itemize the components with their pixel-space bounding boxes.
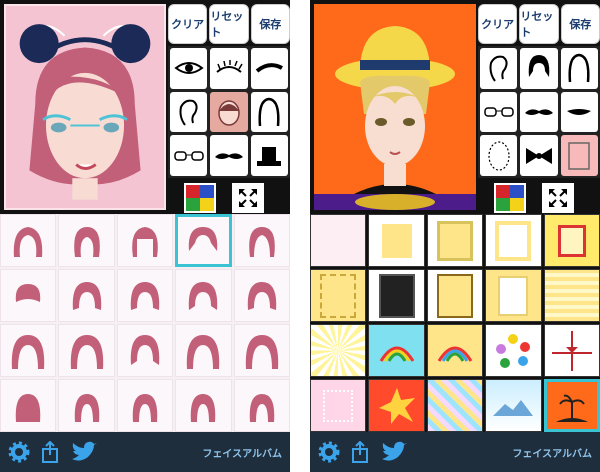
hairstyle-options-grid	[0, 214, 290, 432]
hairstyle-option[interactable]	[0, 379, 57, 432]
reset-button[interactable]: リセット	[519, 4, 559, 44]
mustache-icon[interactable]	[520, 91, 558, 133]
frame-icon[interactable]	[560, 135, 598, 176]
hairstyle-option[interactable]	[233, 324, 290, 377]
top-button-group: クリア リセット 保存	[478, 4, 600, 44]
hairstyle-option[interactable]	[233, 214, 290, 267]
face-shape-icon[interactable]	[210, 91, 248, 133]
background-option-selected[interactable]	[543, 379, 600, 432]
color-palette-icon[interactable]	[184, 183, 216, 213]
hairstyle-option[interactable]	[58, 214, 115, 267]
hair-outline-icon[interactable]	[520, 48, 558, 89]
color-controls	[184, 182, 274, 214]
hairstyle-option[interactable]	[58, 269, 115, 322]
face-outline-icon[interactable]	[480, 135, 518, 176]
mustache-icon[interactable]	[210, 135, 248, 176]
background-option[interactable]	[310, 324, 367, 377]
bottom-toolbar: フェイスアルバム	[0, 432, 290, 472]
background-option[interactable]	[426, 379, 484, 432]
eyebrow-icon[interactable]	[250, 48, 288, 89]
hairstyle-option[interactable]	[58, 324, 115, 377]
twitter-bird-icon[interactable]	[380, 441, 408, 463]
hairstyle-option[interactable]	[116, 214, 174, 267]
ear-icon[interactable]	[170, 91, 208, 133]
gear-icon[interactable]	[8, 441, 30, 463]
girl-face-illustration	[6, 6, 164, 208]
background-option[interactable]	[426, 269, 484, 322]
left-app-screen: クリア リセット 保存 フェイスアルバム	[0, 0, 290, 472]
hairstyle-option[interactable]	[233, 379, 290, 432]
hairstyle-option[interactable]	[175, 324, 232, 377]
boy-face-illustration	[314, 4, 476, 210]
twitter-bird-icon[interactable]	[70, 441, 98, 463]
hairstyle-option[interactable]	[116, 324, 174, 377]
background-option[interactable]	[543, 214, 600, 267]
background-options-grid	[310, 214, 600, 432]
bottom-toolbar: フェイスアルバム	[310, 432, 600, 472]
background-option[interactable]	[310, 214, 367, 267]
reset-button[interactable]: リセット	[209, 4, 249, 44]
eyelash-icon[interactable]	[210, 48, 248, 89]
right-app-screen: クリア リセット 保存 フェイスアルバム	[310, 0, 600, 472]
top-button-group: クリア リセット 保存	[168, 4, 290, 44]
color-controls	[494, 182, 584, 214]
background-option[interactable]	[368, 214, 425, 267]
hairstyle-option[interactable]	[233, 269, 290, 322]
background-option[interactable]	[543, 324, 600, 377]
face-album-link[interactable]: フェイスアルバム	[202, 445, 282, 460]
hairstyle-option-selected[interactable]	[175, 214, 232, 267]
save-button[interactable]: 保存	[560, 4, 600, 44]
hairstyle-option[interactable]	[175, 269, 232, 322]
color-palette-icon[interactable]	[494, 183, 526, 213]
background-option[interactable]	[485, 324, 542, 377]
ear-icon[interactable]	[480, 48, 518, 89]
hat-icon[interactable]	[250, 135, 288, 176]
expand-icon[interactable]	[232, 183, 264, 213]
hairstyle-option[interactable]	[175, 379, 232, 432]
background-option[interactable]	[485, 269, 542, 322]
background-option[interactable]	[310, 379, 367, 432]
background-option[interactable]	[426, 324, 484, 377]
mouth-icon[interactable]	[560, 91, 598, 133]
share-icon[interactable]	[350, 441, 370, 463]
hair-outline-icon[interactable]	[250, 91, 288, 133]
part-category-grid	[478, 46, 600, 178]
background-option[interactable]	[543, 269, 600, 322]
glasses-icon[interactable]	[480, 91, 518, 133]
background-option[interactable]	[485, 214, 542, 267]
clear-button[interactable]: クリア	[168, 4, 208, 44]
face-canvas[interactable]	[314, 4, 476, 210]
background-option[interactable]	[426, 214, 484, 267]
bow-icon[interactable]	[520, 135, 558, 176]
background-option[interactable]	[368, 269, 425, 322]
hairstyle-option[interactable]	[58, 379, 115, 432]
background-option[interactable]	[310, 269, 367, 322]
hair-outline-icon[interactable]	[560, 48, 598, 89]
part-category-grid	[168, 46, 290, 178]
background-option[interactable]	[368, 324, 425, 377]
gear-icon[interactable]	[318, 441, 340, 463]
face-canvas[interactable]	[4, 4, 166, 210]
hairstyle-option[interactable]	[0, 214, 57, 267]
eye-icon[interactable]	[170, 48, 208, 89]
glasses-icon[interactable]	[170, 135, 208, 176]
expand-icon[interactable]	[542, 183, 574, 213]
hairstyle-option[interactable]	[0, 269, 57, 322]
save-button[interactable]: 保存	[250, 4, 290, 44]
share-icon[interactable]	[40, 441, 60, 463]
face-album-link[interactable]: フェイスアルバム	[512, 445, 592, 460]
hairstyle-option[interactable]	[116, 269, 174, 322]
clear-button[interactable]: クリア	[478, 4, 518, 44]
hairstyle-option[interactable]	[0, 324, 57, 377]
background-option[interactable]	[485, 379, 542, 432]
hairstyle-option[interactable]	[116, 379, 174, 432]
background-option[interactable]	[368, 379, 425, 432]
